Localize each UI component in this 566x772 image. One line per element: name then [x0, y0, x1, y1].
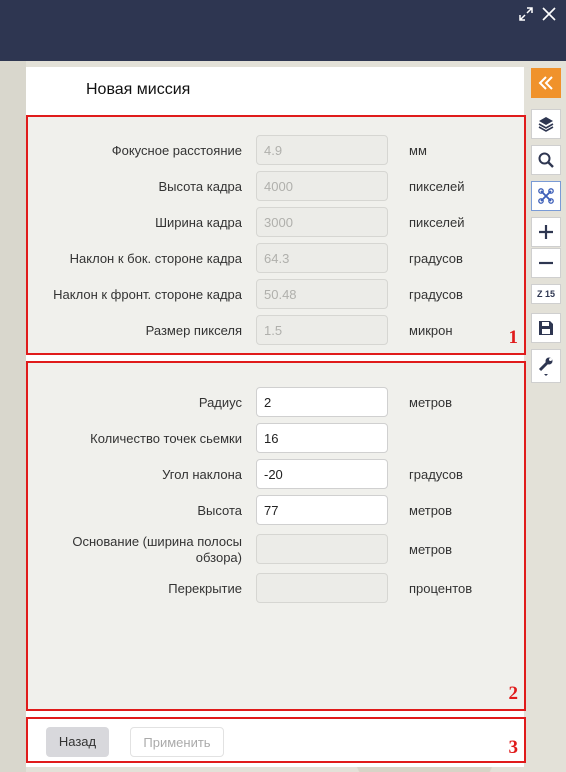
close-icon[interactable] [540, 6, 558, 26]
front-tilt-field[interactable] [256, 279, 388, 309]
field-label: Перекрытие [168, 581, 242, 596]
field-label: Радиус [198, 395, 242, 410]
expand-diagonal-icon[interactable] [517, 6, 535, 26]
radius-field[interactable] [256, 387, 388, 417]
frame-width-field[interactable] [256, 207, 388, 237]
field-label: Угол наклона [162, 467, 242, 482]
field-label: Количество точек сьемки [90, 431, 242, 446]
altitude-row: Высота метров [28, 495, 524, 527]
overlap-field[interactable] [256, 573, 388, 603]
field-unit: градусов [409, 251, 463, 266]
page-title: Новая миссия [86, 81, 191, 98]
front-tilt-row: Наклон к фронт. стороне кадра градусов [28, 279, 524, 311]
search-icon[interactable] [531, 145, 561, 175]
field-unit: процентов [409, 581, 473, 596]
annotation-marker: 2 [508, 683, 519, 704]
map-strip [0, 61, 26, 772]
field-label: Высота [197, 503, 242, 518]
zoom-level-badge: Z 15 [531, 284, 561, 304]
double-chevron-left-icon[interactable] [531, 68, 561, 98]
field-label: Наклон к фронт. стороне кадра [53, 287, 242, 302]
mission-params-section: Радиус метров Количество точек сьемки Уг… [26, 361, 526, 711]
tilt-angle-row: Угол наклона градусов [28, 459, 524, 491]
field-label: Фокусное расстояние [111, 143, 242, 158]
radius-row: Радиус метров [28, 387, 524, 419]
shot-count-row: Количество точек сьемки [28, 423, 524, 455]
swath-width-row: Основание (ширина полосы обзора) метров [28, 534, 524, 566]
swath-width-field[interactable] [256, 534, 388, 564]
pixel-size-row: Размер пикселя микрон [28, 315, 524, 347]
annotation-marker: 1 [508, 327, 519, 348]
field-label: Наклон к бок. стороне кадра [69, 251, 242, 266]
focal-length-field[interactable] [256, 135, 388, 165]
field-unit: пикселей [409, 215, 465, 230]
back-button[interactable]: Назад [46, 727, 109, 757]
pixel-size-field[interactable] [256, 315, 388, 345]
save-icon[interactable] [531, 313, 561, 343]
field-label: Размер пикселя [145, 323, 242, 338]
apply-button[interactable]: Применить [130, 727, 224, 757]
mission-panel: Новая миссия Фокусное расстояние мм Высо… [26, 67, 526, 767]
field-unit: метров [409, 395, 453, 410]
altitude-field[interactable] [256, 495, 388, 525]
field-unit: микрон [409, 323, 453, 338]
field-unit: метров [409, 542, 453, 557]
drone-icon[interactable] [531, 181, 561, 211]
window-header [0, 0, 566, 61]
side-tilt-field[interactable] [256, 243, 388, 273]
frame-height-field[interactable] [256, 171, 388, 201]
field-unit: градусов [409, 287, 463, 302]
field-label: Высота кадра [158, 179, 242, 194]
zoom-out-icon[interactable] [531, 248, 561, 278]
wrench-icon[interactable] [531, 349, 561, 383]
shot-count-field[interactable] [256, 423, 388, 453]
overlap-row: Перекрытие процентов [28, 573, 524, 605]
camera-params-section: Фокусное расстояние мм Высота кадра пикс… [26, 115, 526, 355]
footer-section: Назад Применить 3 [26, 717, 526, 763]
field-unit: метров [409, 503, 453, 518]
field-unit: градусов [409, 467, 463, 482]
zoom-in-icon[interactable] [531, 217, 561, 247]
layers-icon[interactable] [531, 109, 561, 139]
tilt-angle-field[interactable] [256, 459, 388, 489]
frame-width-row: Ширина кадра пикселей [28, 207, 524, 239]
field-label: Основание (ширина полосы обзора) [72, 534, 242, 565]
annotation-marker: 3 [508, 737, 519, 758]
side-tilt-row: Наклон к бок. стороне кадра градусов [28, 243, 524, 275]
field-unit: мм [409, 143, 427, 158]
field-unit: пикселей [409, 179, 465, 194]
field-label: Ширина кадра [155, 215, 242, 230]
frame-height-row: Высота кадра пикселей [28, 171, 524, 203]
focal-length-row: Фокусное расстояние мм [28, 135, 524, 167]
